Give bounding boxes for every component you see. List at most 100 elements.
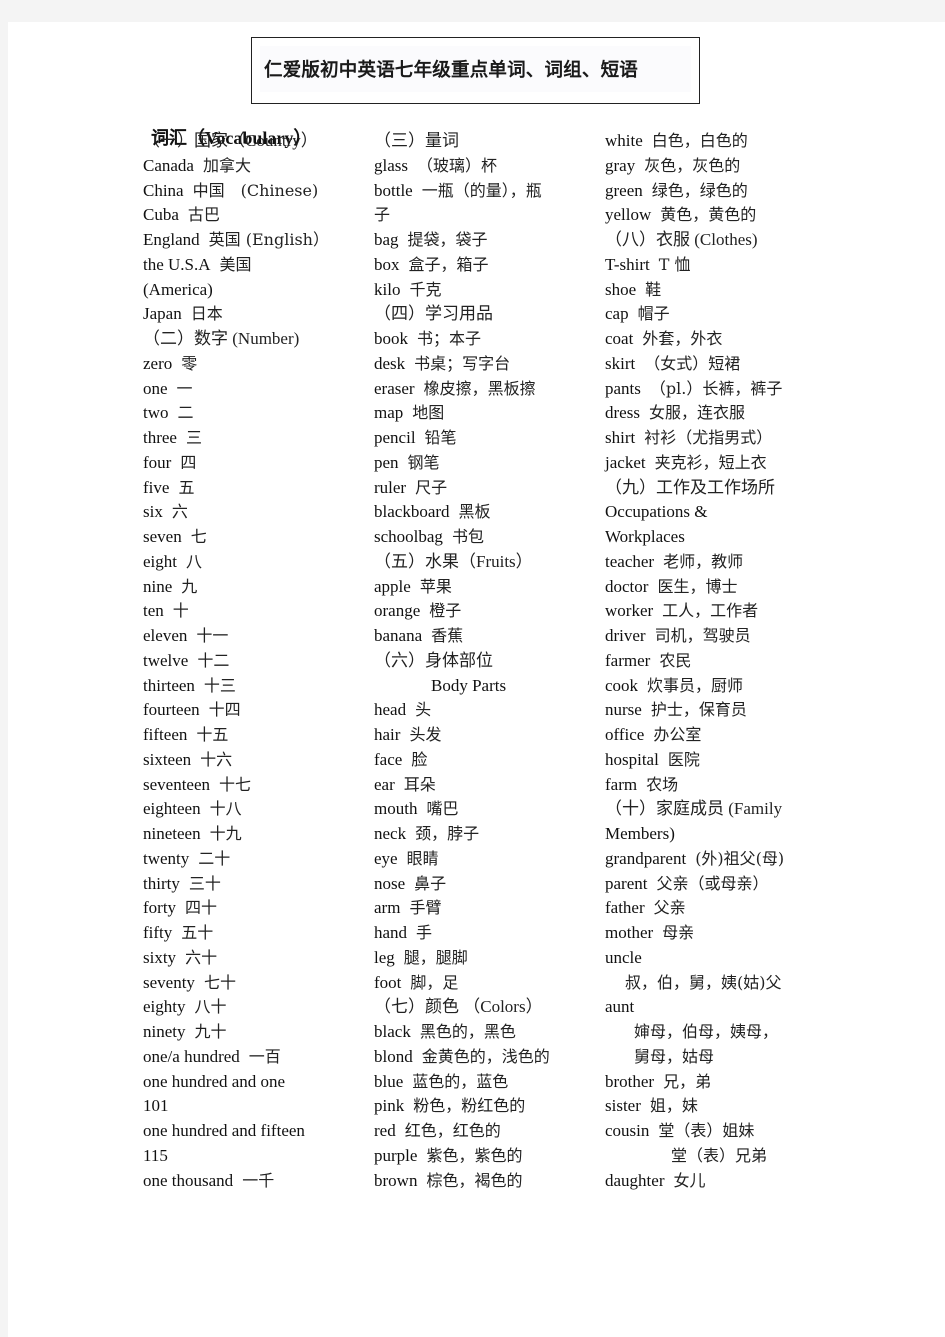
chinese-meaning: 帽子 <box>637 304 670 324</box>
section-heading: （五）水果（Fruits） <box>374 550 550 575</box>
chinese-meaning: 司机，驾驶员 <box>654 626 751 645</box>
vocab-entry: sixteen 十六 <box>143 748 329 773</box>
english-word: fifty <box>143 923 173 942</box>
chinese-meaning: 一千 <box>242 1170 275 1190</box>
section-heading: （十）家庭成员 (Family <box>605 797 784 822</box>
section-heading: （七）颜色 （Colors） <box>374 995 550 1020</box>
english-word: coat <box>605 329 634 348</box>
english-word: ruler <box>374 477 407 497</box>
vocab-entry: dress 女服，连衣服 <box>605 401 784 426</box>
section-heading: （一）国家（Country） <box>143 129 329 154</box>
chinese-meaning: 九 <box>181 576 198 596</box>
chinese-meaning: 农场 <box>646 774 679 794</box>
vocab-entry: hand 手 <box>374 921 550 946</box>
english-word: one/a hundred <box>143 1046 240 1066</box>
chinese-meaning: (外)祖父(母) <box>695 848 785 868</box>
vocab-entry: shirt 衬衫（尤指男式） <box>605 426 784 451</box>
column-2: （三）量词 glass （玻璃）杯 bottle 一瓶（的量），瓶子 bag 提袋，袋子 bo… <box>374 129 550 1193</box>
vocab-entry: sixty 六十 <box>143 946 329 971</box>
chinese-meaning: 十二 <box>197 650 230 670</box>
english-word: Canada <box>143 155 194 175</box>
chinese-meaning: 叔，伯，舅，姨(姑)父 <box>625 972 782 992</box>
vocab-entry: glass （玻璃）杯 <box>374 154 550 179</box>
chinese-meaning: 提袋，袋子 <box>407 230 488 249</box>
english-word: apple <box>374 576 411 596</box>
chinese-meaning: 三十 <box>188 873 221 893</box>
vocab-entry: teacher 老师，教师 <box>605 550 784 575</box>
vocab-entry: book 书；本子 <box>374 327 550 352</box>
vocab-entry: twelve 十二 <box>143 649 329 674</box>
vocab-entry: face 脸 <box>374 748 550 773</box>
english-text: (America) <box>143 279 213 299</box>
vocab-entry: seven 七 <box>143 525 329 550</box>
english-word: bag <box>374 230 399 249</box>
chinese-meaning: 十四 <box>208 700 241 720</box>
english-word: England <box>143 230 200 249</box>
english-word: yellow <box>605 205 652 225</box>
english-text: Occupations & <box>605 502 708 522</box>
vocab-entry: pencil 铅笔 <box>374 426 550 451</box>
chinese-meaning: 七 <box>190 527 207 546</box>
vocab-entry: bag 提袋，袋子 <box>374 228 550 253</box>
vocab-entry: driver 司机，驾驶员 <box>605 624 784 649</box>
chinese-meaning: T 恤 <box>658 254 691 274</box>
vocab-entry: eleven 十一 <box>143 624 329 649</box>
english-text: one hundred and fifteen <box>143 1121 305 1140</box>
vocab-entry: grandparent (外)祖父(母) <box>605 847 784 872</box>
chinese-meaning: 美国 <box>219 254 252 274</box>
chinese-meaning: 粉色，粉红色的 <box>413 1096 526 1116</box>
english-word: white <box>605 131 643 150</box>
vocab-entry: neck 颈，脖子 <box>374 822 550 847</box>
vocab-entry: six 六 <box>143 500 329 525</box>
vocab-entry: mother 母亲 <box>605 921 784 946</box>
english-word: six <box>143 502 163 522</box>
english-word: green <box>605 180 643 200</box>
english-word: blackboard <box>374 502 450 522</box>
vocab-entry: Canada 加拿大 <box>143 154 329 179</box>
meaning-continuation: 堂（表）兄弟 <box>605 1144 784 1169</box>
chinese-meaning: 五 <box>178 477 195 497</box>
english-word: nineteen <box>143 824 201 843</box>
english-word: skirt <box>605 353 636 373</box>
chinese-meaning: 颈，脖子 <box>415 824 480 843</box>
english-word: ear <box>374 774 395 794</box>
chinese-meaning: 棕色，褐色的 <box>426 1170 523 1190</box>
vocab-text: one hundred and one <box>143 1070 329 1095</box>
section-subheading: Body Parts <box>374 674 550 699</box>
english-word: orange <box>374 601 421 621</box>
vocab-entry: thirteen 十三 <box>143 674 329 699</box>
vocab-entry: three 三 <box>143 426 329 451</box>
english-word: sixteen <box>143 749 192 769</box>
english-text: 101 <box>143 1096 169 1116</box>
column-3: white 白色，白色的 gray 灰色，灰色的 green 绿色，绿色的 yellow 黄色… <box>605 129 784 1193</box>
vocab-entry: the U.S.A 美国 <box>143 253 329 278</box>
english-word: eleven <box>143 626 188 645</box>
vocab-entry: shoe 鞋 <box>605 278 784 303</box>
vocab-entry: doctor 医生，博士 <box>605 575 784 600</box>
english-word: cap <box>605 304 629 324</box>
chinese-meaning: 零 <box>181 353 198 373</box>
vocab-entry: ear 耳朵 <box>374 773 550 798</box>
chinese-meaning: 兄，弟 <box>663 1071 712 1091</box>
vocab-entry: brown 棕色，褐色的 <box>374 1169 550 1194</box>
chinese-meaning: 头 <box>415 700 432 720</box>
section-title: （四）学习用品 <box>374 304 493 324</box>
english-word: glass <box>374 155 408 175</box>
chinese-meaning: （女式）短裙 <box>644 353 741 373</box>
vocab-entry: mouth 嘴巴 <box>374 797 550 822</box>
vocab-text: Workplaces <box>605 525 784 550</box>
vocab-entry: eight 八 <box>143 550 329 575</box>
vocab-text: aunt <box>605 995 784 1020</box>
english-word: farm <box>605 774 638 794</box>
vocab-entry: red 红色，红色的 <box>374 1119 550 1144</box>
vocab-entry: brother 兄，弟 <box>605 1070 784 1095</box>
chinese-meaning: 一百 <box>248 1046 281 1066</box>
chinese-meaning: 金黄色的，浅色的 <box>421 1046 550 1066</box>
english-word: arm <box>374 898 401 918</box>
vocab-entry: twenty 二十 <box>143 847 329 872</box>
chinese-meaning: 护士，保育员 <box>650 700 747 720</box>
english-word: map <box>374 403 404 423</box>
english-word: office <box>605 725 645 744</box>
vocab-entry: worker 工人，工作者 <box>605 599 784 624</box>
vocab-entry: ten 十 <box>143 599 329 624</box>
